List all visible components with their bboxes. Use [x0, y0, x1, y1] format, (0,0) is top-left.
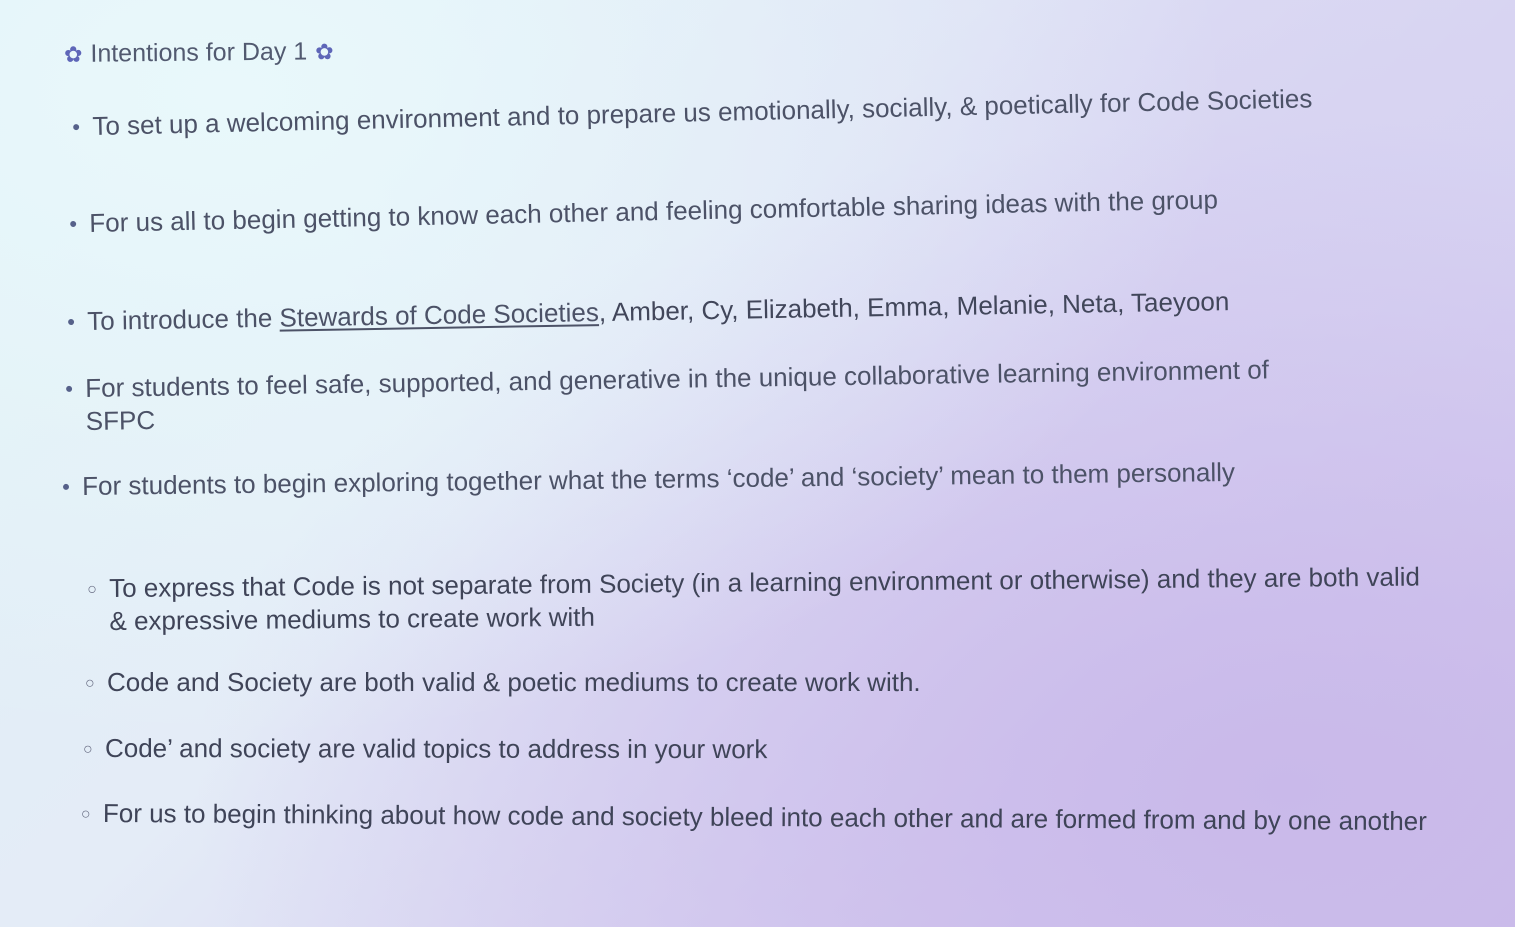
bullet-circle-icon: ○	[82, 740, 93, 758]
sub-list-item: ○ For us to begin thinking about how cod…	[81, 797, 1433, 838]
list-item-text: For students to begin exploring together…	[82, 456, 1236, 501]
bullet-circle-icon: ○	[85, 675, 95, 692]
list-item-text: For us all to begin getting to know each…	[89, 184, 1219, 238]
sub-list-item-text: To express that Code is not separate fro…	[109, 561, 1421, 636]
slide-title: ✿ Intentions for Day 1 ✿	[64, 37, 334, 69]
bullet-dot-icon: •	[62, 474, 71, 500]
list-item-prefix: To introduce the	[87, 302, 280, 336]
flower-icon: ✿	[315, 38, 334, 64]
bullet-circle-icon: ○	[87, 581, 97, 599]
list-item-text: To set up a welcoming environment and to…	[92, 83, 1313, 141]
list-item-suffix: , Amber, Cy, Elizabeth, Emma, Melanie, N…	[598, 286, 1230, 328]
sub-list-item-text: Code’ and society are valid topics to ad…	[104, 733, 768, 765]
list-item-text: To introduce the Stewards of Code Societ…	[87, 281, 1447, 338]
list-item: • For us all to begin getting to know ea…	[69, 180, 1379, 240]
list-item: • For students to begin exploring togeth…	[62, 455, 1332, 503]
list-item: • To set up a welcoming environment and …	[72, 80, 1432, 143]
bullet-dot-icon: •	[65, 376, 74, 402]
list-item: • To introduce the Stewards of Code Soci…	[67, 281, 1447, 338]
flower-icon: ✿	[63, 41, 83, 67]
slide: ✿ Intentions for Day 1 ✿ • To set up a w…	[0, 0, 1515, 927]
sub-list-item-text: For us to begin thinking about how code …	[102, 798, 1427, 837]
stewards-link[interactable]: Stewards of Code Societies	[279, 297, 599, 333]
slide-title-text: Intentions for Day 1	[90, 37, 308, 68]
sub-list-item-text: Code and Society are both valid & poetic…	[107, 667, 921, 697]
sub-list-item: ○ To express that Code is not separate f…	[87, 560, 1440, 638]
list-item-text: For students to feel safe, supported, an…	[85, 354, 1270, 436]
bullet-circle-icon: ○	[80, 805, 91, 823]
sub-list-item: ○ Code and Society are both valid & poet…	[85, 666, 1407, 699]
bullet-dot-icon: •	[72, 114, 81, 140]
list-item: • For students to feel safe, supported, …	[65, 353, 1306, 438]
bullet-dot-icon: •	[67, 309, 76, 335]
bullet-dot-icon: •	[69, 211, 78, 237]
sub-list-item: ○ Code’ and society are valid topics to …	[83, 732, 1405, 767]
